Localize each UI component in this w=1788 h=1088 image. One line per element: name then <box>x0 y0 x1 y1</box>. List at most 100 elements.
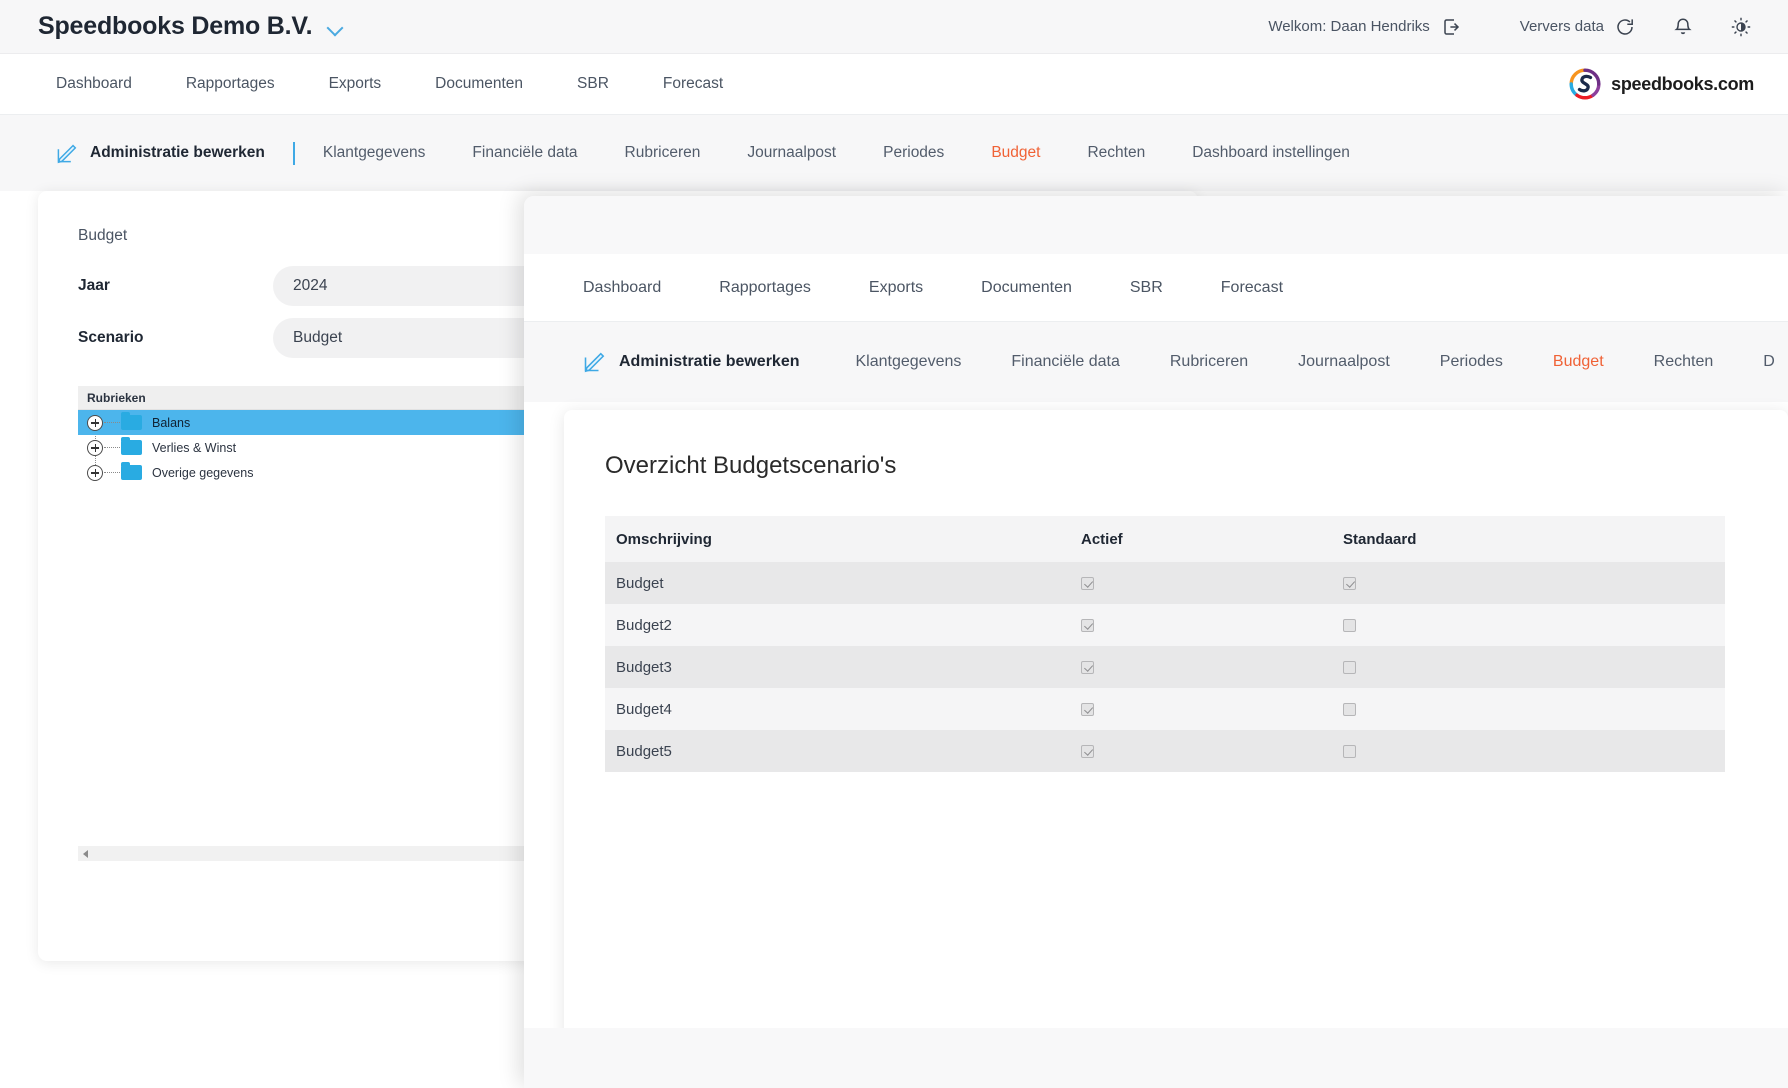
table-header-row: Omschrijving Actief Standaard <box>605 516 1725 562</box>
overlay-bottom-area <box>524 1028 1788 1088</box>
cell-standaard <box>1332 562 1725 604</box>
sub-nav: Administratie bewerken Klantgegevens Fin… <box>0 115 1788 191</box>
overlay-nav-item-sbr[interactable]: SBR <box>1130 279 1163 297</box>
checkbox-standaard[interactable] <box>1343 619 1356 632</box>
overlay-subnav-active-label: Administratie bewerken <box>619 353 800 371</box>
refresh-data-label[interactable]: Ververs data <box>1520 18 1604 35</box>
cell-actief <box>1070 688 1332 730</box>
cell-actief <box>1070 604 1332 646</box>
plus-expander-icon[interactable] <box>87 415 103 431</box>
nav-item-documenten[interactable]: Documenten <box>435 75 523 93</box>
folder-icon <box>121 440 142 455</box>
chevron-down-icon[interactable] <box>328 22 344 32</box>
overlay-subnav-item-journaalpost[interactable]: Journaalpost <box>1298 353 1390 371</box>
overlay-subnav-item-klantgegevens[interactable]: Klantgegevens <box>856 353 962 371</box>
top-bar: Speedbooks Demo B.V. Welkom: Daan Hendri… <box>0 0 1788 54</box>
refresh-icon[interactable] <box>1614 16 1636 38</box>
jaar-select-value: 2024 <box>293 277 327 295</box>
checkbox-actief[interactable] <box>1081 703 1094 716</box>
table-row[interactable]: Budget2 <box>605 604 1725 646</box>
company-switcher[interactable]: Speedbooks Demo B.V. <box>38 12 344 41</box>
cell-omschrijving: Budget5 <box>605 730 1070 772</box>
overlay-subnav-item-budget[interactable]: Budget <box>1553 353 1604 371</box>
subnav-item-financiele-data[interactable]: Financiële data <box>472 144 577 162</box>
checkbox-standaard[interactable] <box>1343 703 1356 716</box>
budgetscenarios-table: Omschrijving Actief Standaard Budget Bud… <box>605 516 1725 772</box>
brightness-icon[interactable] <box>1730 16 1752 38</box>
overlay-subnav-item-dashboard-instellingen[interactable]: D <box>1763 353 1775 371</box>
page-title: Overzicht Budgetscenario's <box>605 452 1788 480</box>
subnav-item-periodes[interactable]: Periodes <box>883 144 944 162</box>
edit-pencil-icon <box>56 143 77 164</box>
cell-standaard <box>1332 730 1725 772</box>
checkbox-actief[interactable] <box>1081 619 1094 632</box>
main-nav-items: Dashboard Rapportages Exports Documenten… <box>56 75 777 93</box>
cell-standaard <box>1332 646 1725 688</box>
table-row[interactable]: Budget5 <box>605 730 1725 772</box>
subnav-item-dashboard-instellingen[interactable]: Dashboard instellingen <box>1192 144 1350 162</box>
cell-omschrijving: Budget <box>605 562 1070 604</box>
tree-dot-connector <box>104 422 120 423</box>
overlay-subnav-item-rechten[interactable]: Rechten <box>1654 353 1714 371</box>
table-row[interactable]: Budget3 <box>605 646 1725 688</box>
tree-row-label: Verlies & Winst <box>152 441 236 455</box>
tree-dot-connector <box>104 472 120 473</box>
budgetscenarios-card: Overzicht Budgetscenario's Omschrijving … <box>564 410 1788 1070</box>
folder-icon <box>121 465 142 480</box>
sub-nav-active-label: Administratie bewerken <box>90 144 265 162</box>
checkbox-actief[interactable] <box>1081 661 1094 674</box>
checkbox-standaard[interactable] <box>1343 745 1356 758</box>
logout-icon[interactable] <box>1442 17 1462 37</box>
table-row[interactable]: Budget4 <box>605 688 1725 730</box>
column-header-omschrijving[interactable]: Omschrijving <box>605 516 1070 562</box>
subnav-item-journaalpost[interactable]: Journaalpost <box>747 144 836 162</box>
overlay-top-strip <box>524 196 1788 254</box>
overlay-nav-item-forecast[interactable]: Forecast <box>1221 279 1283 297</box>
checkbox-actief[interactable] <box>1081 577 1094 590</box>
scroll-left-arrow-icon[interactable] <box>83 850 88 858</box>
field-label-scenario: Scenario <box>78 329 273 347</box>
cell-standaard <box>1332 688 1725 730</box>
main-nav: Dashboard Rapportages Exports Documenten… <box>0 54 1788 115</box>
checkbox-standaard[interactable] <box>1343 577 1356 590</box>
table-row[interactable]: Budget <box>605 562 1725 604</box>
welcome-text: Welkom: Daan Hendriks <box>1268 18 1429 35</box>
nav-item-forecast[interactable]: Forecast <box>663 75 723 93</box>
subnav-item-rechten[interactable]: Rechten <box>1087 144 1145 162</box>
subnav-item-rubriceren[interactable]: Rubriceren <box>625 144 701 162</box>
nav-item-rapportages[interactable]: Rapportages <box>186 75 275 93</box>
checkbox-standaard[interactable] <box>1343 661 1356 674</box>
folder-icon <box>121 415 142 430</box>
overlay-subnav-item-financiele-data[interactable]: Financiële data <box>1011 353 1120 371</box>
overlay-nav-item-exports[interactable]: Exports <box>869 279 923 297</box>
nav-item-exports[interactable]: Exports <box>329 75 382 93</box>
nav-item-sbr[interactable]: SBR <box>577 75 609 93</box>
field-label-jaar: Jaar <box>78 277 273 295</box>
overlay-subnav-item-periodes[interactable]: Periodes <box>1440 353 1503 371</box>
overlay-main-nav: Dashboard Rapportages Exports Documenten… <box>524 254 1788 322</box>
cell-omschrijving: Budget4 <box>605 688 1070 730</box>
panel-title: Budget <box>78 227 127 245</box>
tree-row-label: Balans <box>152 416 190 430</box>
brand-logo[interactable]: speedbooks.com <box>1568 67 1754 101</box>
overlay-nav-item-dashboard[interactable]: Dashboard <box>583 279 661 297</box>
overlay-nav-item-rapportages[interactable]: Rapportages <box>719 279 811 297</box>
plus-expander-icon[interactable] <box>87 465 103 481</box>
checkbox-actief[interactable] <box>1081 745 1094 758</box>
cell-actief <box>1070 646 1332 688</box>
column-header-standaard[interactable]: Standaard <box>1332 516 1725 562</box>
plus-expander-icon[interactable] <box>87 440 103 456</box>
speedbooks-logo-icon <box>1568 67 1602 101</box>
nav-item-dashboard[interactable]: Dashboard <box>56 75 132 93</box>
subnav-item-budget[interactable]: Budget <box>991 144 1040 162</box>
overlay-subnav-item-rubriceren[interactable]: Rubriceren <box>1170 353 1248 371</box>
subnav-item-klantgegevens[interactable]: Klantgegevens <box>323 144 426 162</box>
bell-icon[interactable] <box>1672 16 1694 38</box>
tree-row-label: Overige gegevens <box>152 466 253 480</box>
brand-text: speedbooks.com <box>1611 74 1754 95</box>
overlay-window: Dashboard Rapportages Exports Documenten… <box>524 196 1788 1088</box>
edit-pencil-icon <box>583 351 605 373</box>
column-header-actief[interactable]: Actief <box>1070 516 1332 562</box>
overlay-nav-item-documenten[interactable]: Documenten <box>981 279 1072 297</box>
cell-actief <box>1070 562 1332 604</box>
